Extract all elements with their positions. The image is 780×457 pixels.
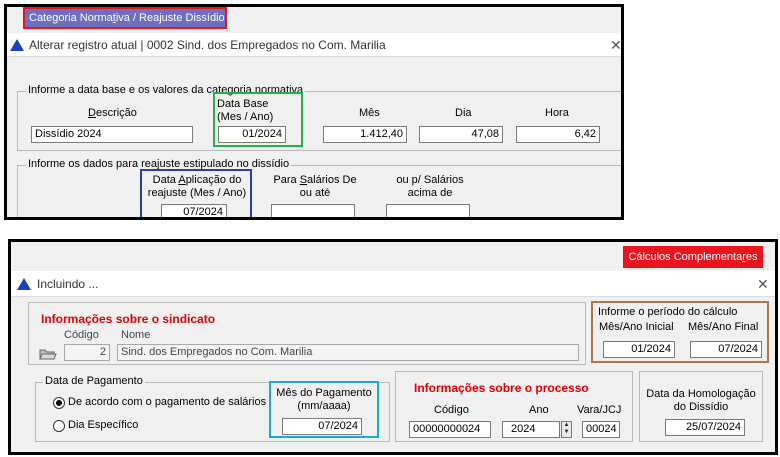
- vara-input[interactable]: 00024: [582, 421, 620, 438]
- top-title-bar: Alterar registro atual | 0002 Sind. dos …: [7, 33, 621, 57]
- proc-codigo-input[interactable]: 00000000024: [409, 421, 491, 438]
- bottom-title-bar: Incluindo ... ✕: [11, 271, 775, 297]
- radio-especifico-label[interactable]: Dia Específico: [68, 419, 138, 431]
- ano-input[interactable]: 2024: [502, 421, 560, 438]
- radio-acordo[interactable]: [53, 397, 65, 409]
- processo-title: Informações sobre o processo: [414, 381, 589, 395]
- salarios-ul: S: [299, 174, 308, 186]
- codigo-label: Código: [64, 329, 99, 341]
- salarios-de-label: Para Salários De ou até: [266, 174, 364, 200]
- close-icon[interactable]: ✕: [757, 277, 769, 291]
- acima-de-input[interactable]: [386, 204, 470, 217]
- nome-label: Nome: [121, 329, 151, 341]
- nome-input[interactable]: Sind. dos Empregados no Com. Marilia: [117, 344, 579, 361]
- folder-open-icon[interactable]: [39, 348, 57, 360]
- mes-inicial-label: Mês/Ano Inicial: [599, 321, 674, 333]
- homologacao-label: Data da Homologação do Dissídio: [646, 388, 756, 413]
- dia-input[interactable]: 47,08: [419, 126, 503, 143]
- codigo-input[interactable]: 2: [64, 344, 110, 361]
- ano-label: Ano: [529, 404, 549, 416]
- data-pagamento-caption: Data de Pagamento: [43, 375, 145, 387]
- periodo-caption: Informe o período do cálculo: [598, 306, 738, 318]
- close-icon[interactable]: ✕: [610, 38, 621, 52]
- hora-input[interactable]: 6,42: [516, 126, 600, 143]
- bottom-tab-header[interactable]: Cálculos Complementares: [623, 246, 763, 268]
- data-base-highlight: [213, 92, 303, 147]
- mes-inicial-input[interactable]: 01/2024: [603, 341, 675, 358]
- radio-acordo-label[interactable]: De acordo com o pagamento de salários: [68, 396, 266, 408]
- bottom-dialog-panel: Cálculos Complementares Incluindo ... ✕ …: [8, 239, 778, 455]
- app-triangle-icon: [17, 278, 31, 290]
- top-tab-label-pre: Categoria Norma: [29, 12, 113, 24]
- salarios-post: alários De ou até: [299, 174, 357, 199]
- bottom-dialog-title: Incluindo ...: [37, 277, 99, 291]
- hora-label: Hora: [545, 107, 569, 119]
- mes-pagamento-highlight: [269, 381, 379, 438]
- bottom-tab-label-pre: Cálculos Complementa: [628, 251, 743, 263]
- top-dialog-panel: Categoria Normativa / Reajuste Dissídio …: [4, 4, 624, 220]
- mes-input[interactable]: 1.412,40: [323, 126, 407, 143]
- proc-codigo-label: Código: [434, 404, 469, 416]
- descricao-label-ul: D: [88, 107, 96, 119]
- salarios-de-input[interactable]: [271, 204, 355, 217]
- bottom-tab-label-post: es: [745, 251, 758, 263]
- top-dialog-title: Alterar registro atual | 0002 Sind. dos …: [29, 38, 386, 52]
- descricao-input[interactable]: Dissídio 2024: [31, 126, 193, 143]
- app-triangle-icon: [10, 39, 24, 51]
- acima-de-label: ou p/ Salários acima de: [396, 174, 464, 199]
- mes-final-input[interactable]: 07/2024: [690, 341, 762, 358]
- homologacao-input[interactable]: 25/07/2024: [665, 419, 745, 436]
- vara-label: Vara/JCJ: [577, 404, 622, 416]
- ano-spinner[interactable]: ▲ ▼: [561, 421, 572, 438]
- mes-label: Mês: [359, 107, 380, 119]
- top-tab-header[interactable]: Categoria Normativa / Reajuste Dissídio: [23, 7, 227, 29]
- data-aplicacao-highlight: [140, 169, 252, 217]
- descricao-label: Descrição: [88, 107, 137, 119]
- mes-final-label: Mês/Ano Final: [688, 321, 759, 333]
- dia-label: Dia: [455, 107, 472, 119]
- salarios-pre: Para: [273, 174, 300, 186]
- descricao-label-rest: escrição: [95, 107, 137, 119]
- radio-especifico[interactable]: [53, 420, 65, 432]
- sindicato-title: Informações sobre o sindicato: [41, 312, 216, 326]
- top-tab-label-post: iva / Reajuste Dissídio: [115, 12, 225, 24]
